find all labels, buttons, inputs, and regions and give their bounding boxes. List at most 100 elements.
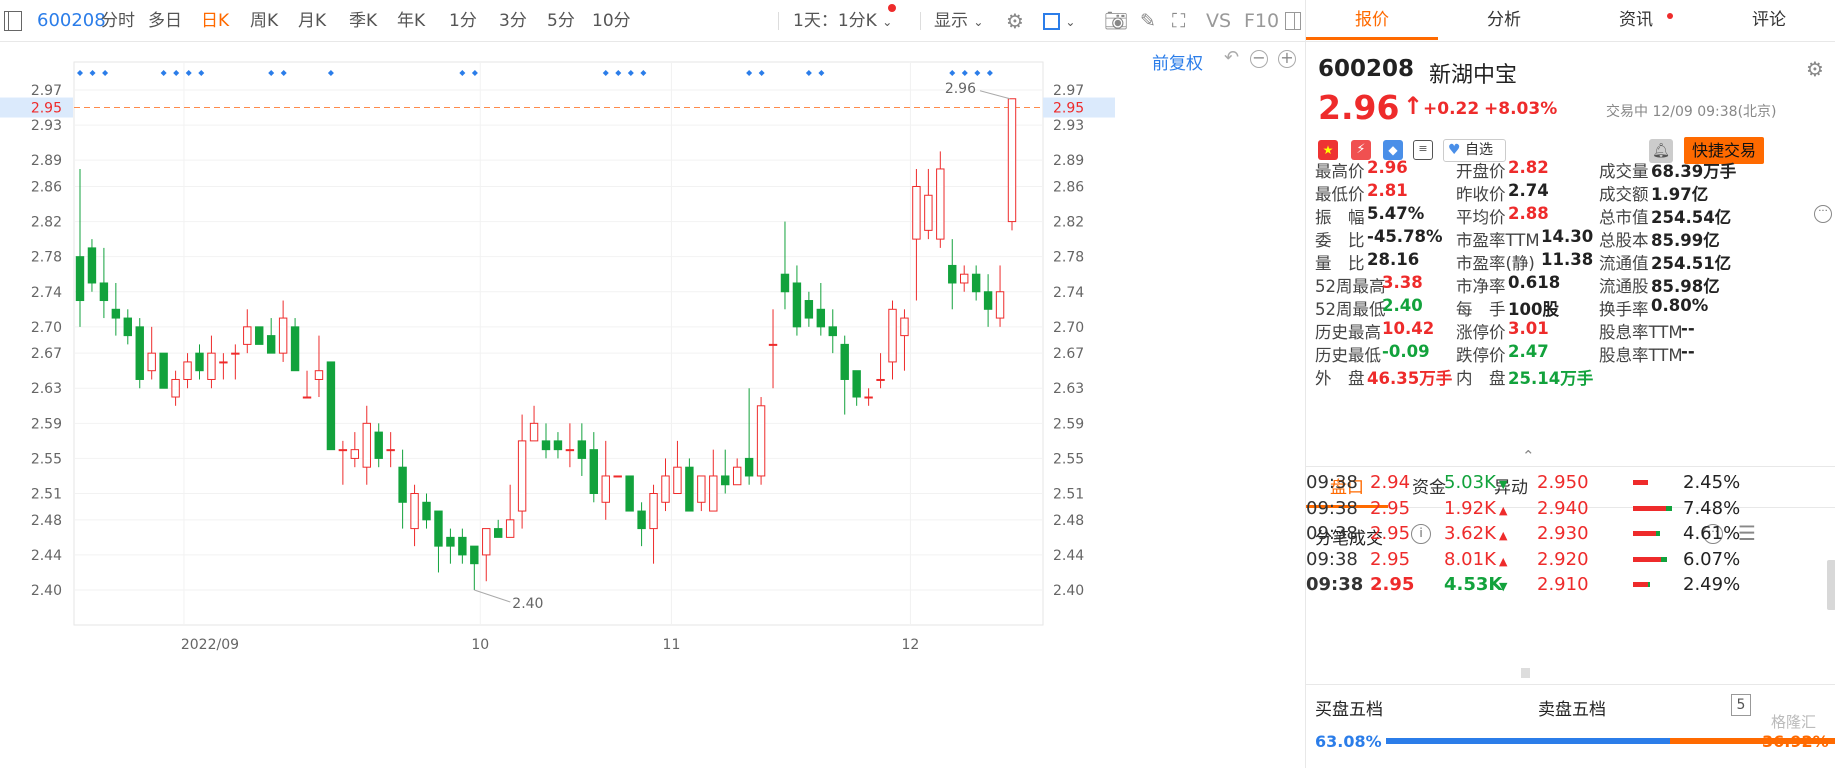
undo-icon[interactable]: ↶ <box>1224 47 1239 68</box>
event-marker <box>615 70 622 76</box>
period-tab-3[interactable]: 周K <box>250 0 278 42</box>
candle-body <box>422 501 431 521</box>
candle-body <box>99 282 109 302</box>
quote-value: 11.38 <box>1541 250 1594 269</box>
quote-value: 14.30 <box>1541 227 1594 246</box>
candle-body <box>780 273 790 293</box>
display-select-label: 显示 <box>934 11 968 31</box>
tab-analysis[interactable]: 分析 <box>1438 0 1570 40</box>
quote-value: 68.39万手 <box>1651 162 1737 181</box>
tab-news[interactable]: 资讯 <box>1570 0 1702 40</box>
fullscreen-icon[interactable]: ⛶ <box>1172 0 1185 42</box>
panel-toggle-icon[interactable] <box>1285 12 1301 30</box>
chevron-down-icon: ⌄ <box>973 15 984 29</box>
period-tab-5[interactable]: 季K <box>349 0 377 42</box>
event-marker <box>185 70 192 76</box>
note-icon[interactable]: ≡ <box>1413 140 1433 160</box>
tag-icon[interactable]: ◆ <box>1383 140 1403 160</box>
candle-body <box>159 352 168 389</box>
event-marker <box>818 70 825 76</box>
quote-label: 换手率 <box>1599 300 1649 319</box>
period-tab-1[interactable]: 多日 <box>148 0 182 42</box>
candle-body <box>183 361 192 380</box>
quote-value: 3.38 <box>1382 273 1423 292</box>
period-select[interactable]: 1天：1分K ⌄ <box>793 0 892 42</box>
candle-body <box>87 247 97 284</box>
quote-label: 成交额 <box>1599 185 1649 204</box>
depth-bar-green <box>1656 531 1660 536</box>
candle-body <box>565 449 575 452</box>
x-tick: 2022/09 <box>181 637 239 653</box>
zoom-in-icon[interactable]: + <box>1278 50 1296 68</box>
settings-gear-icon[interactable]: ⚙ <box>1806 57 1824 81</box>
candle-body <box>517 440 527 512</box>
candle-body <box>756 405 766 477</box>
candle-body <box>505 519 515 538</box>
chevron-down-icon: ⌄ <box>1065 15 1076 29</box>
period-tab-6[interactable]: 年K <box>397 0 425 42</box>
y-tick-left: 2.51 <box>31 487 62 503</box>
tab-comments[interactable]: 评论 <box>1702 0 1835 40</box>
tab-quote[interactable]: 报价 <box>1306 0 1438 40</box>
quote-label: 成交量 <box>1599 162 1649 181</box>
period-tab-10[interactable]: 10分 <box>592 0 631 42</box>
camera-icon[interactable]: 📷︎ <box>1104 0 1128 42</box>
settings-gear-icon[interactable]: ⚙ <box>1006 0 1024 42</box>
toolbar-stock-code[interactable]: 600208 <box>37 0 106 42</box>
candle-body <box>266 335 276 354</box>
candle-body <box>804 300 814 319</box>
candle-body <box>529 422 539 442</box>
add-favorite-label: 自选 <box>1465 142 1494 158</box>
depth-bar-red <box>1633 505 1666 511</box>
y-tick-right: 2.44 <box>1053 548 1084 564</box>
restore-rights-button[interactable]: 前复权 <box>1152 49 1203 74</box>
candle-body <box>314 370 324 380</box>
period-tab-4[interactable]: 月K <box>298 0 326 42</box>
more-icon[interactable]: ··· <box>1814 205 1832 223</box>
y-tick-left: 2.86 <box>31 179 62 195</box>
levels-select[interactable]: 5 <box>1731 694 1751 716</box>
zoom-out-icon[interactable]: − <box>1250 50 1268 68</box>
candle-body <box>912 185 921 240</box>
candle-body <box>171 378 180 398</box>
candle-body <box>338 449 348 452</box>
period-tab-0[interactable]: 分时 <box>101 0 135 42</box>
scroll-marker <box>1521 668 1530 678</box>
display-select[interactable]: 显示 ⌄ <box>934 0 983 42</box>
low-label: 2.40 <box>512 596 543 612</box>
candle-body <box>577 440 587 459</box>
pencil-icon[interactable]: ✎ <box>1140 0 1156 42</box>
event-marker <box>746 70 753 76</box>
period-select-label: 1天：1分K <box>793 11 877 31</box>
f10-button[interactable]: F10 <box>1244 0 1279 42</box>
y-tick-right: 2.97 <box>1053 83 1084 99</box>
depth-bar-red <box>1633 582 1648 587</box>
kline-chart[interactable]: 2.97 2.97 2.93 2.93 2.89 2.89 2.86 2.86 2.82 2.82… <box>0 42 1305 768</box>
event-marker <box>327 70 334 76</box>
scrollbar-thumb[interactable] <box>1827 560 1835 610</box>
period-tab-8[interactable]: 3分 <box>499 0 527 42</box>
bid-bar-fill <box>1386 738 1670 744</box>
candle-body <box>840 343 849 380</box>
quote-label: 跌停价 <box>1456 346 1506 365</box>
vs-compare-button[interactable]: VS <box>1206 0 1231 42</box>
candle-body <box>147 352 156 372</box>
candle-body <box>983 291 993 310</box>
sidebar-toggle-icon[interactable] <box>4 11 22 31</box>
candle-body <box>768 343 778 346</box>
lightning-icon[interactable]: ⚡ <box>1351 140 1371 160</box>
depth-bar-red <box>1633 480 1648 485</box>
event-marker <box>280 70 287 76</box>
price-change: +0.22 <box>1423 99 1480 119</box>
y-tick-right: 2.74 <box>1053 285 1084 301</box>
drawing-box-select[interactable]: ⌄ <box>1043 0 1075 42</box>
collapse-chevron-icon[interactable]: ⌃ <box>1522 447 1535 465</box>
event-marker <box>471 70 478 76</box>
y-tick-left: 2.55 <box>31 451 62 467</box>
period-tab-2[interactable]: 日K <box>201 0 229 42</box>
period-tab-7[interactable]: 1分 <box>449 0 477 42</box>
price-change-pct: +8.03% <box>1484 99 1558 119</box>
quote-label: 市盈率(静) <box>1456 254 1535 273</box>
quote-value: 1.97亿 <box>1651 185 1709 204</box>
period-tab-9[interactable]: 5分 <box>547 0 575 42</box>
